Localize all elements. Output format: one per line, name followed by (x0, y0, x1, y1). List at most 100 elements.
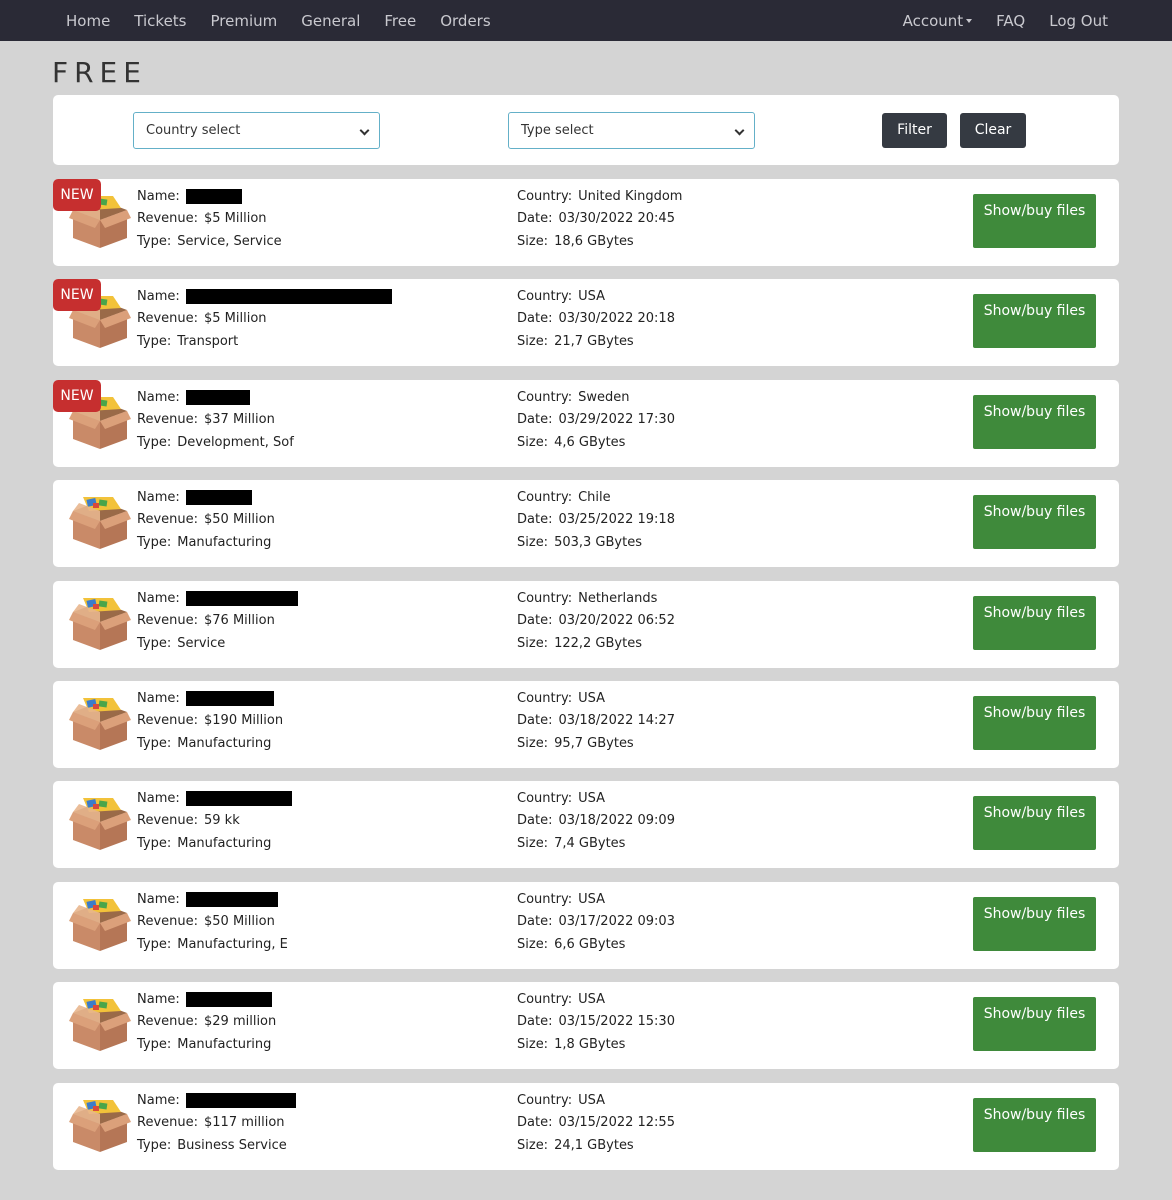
show-buy-files-button[interactable]: Show/buy files (973, 294, 1096, 349)
listing-type: Type: Manufacturing (137, 736, 271, 751)
package-box-icon (69, 495, 131, 551)
name-label: Name: (137, 992, 180, 1008)
nav-orders[interactable]: Orders (428, 12, 502, 30)
name-label: Name: (137, 389, 180, 405)
show-buy-files-button[interactable]: Show/buy files (973, 896, 1096, 951)
redacted-name-bar (185, 992, 272, 1008)
listing-size: Size: 503,3 GBytes (517, 535, 642, 550)
nav-home[interactable]: Home (54, 12, 122, 30)
type-select[interactable]: Type select (508, 112, 755, 149)
type-label: Type: (137, 334, 172, 350)
listing-name: Name: (137, 992, 272, 1008)
package-box-icon (69, 897, 131, 953)
revenue-label: Revenue: (137, 512, 198, 528)
size-value: 7,4 GBytes (554, 836, 626, 852)
size-value: 4,6 GBytes (554, 434, 626, 450)
size-label: Size: (517, 434, 549, 450)
revenue-label: Revenue: (137, 1114, 198, 1130)
show-buy-files-button[interactable]: Show/buy files (973, 696, 1096, 750)
listing-date: Date: 03/17/2022 09:03 (517, 914, 675, 929)
redacted-name-bar (185, 389, 250, 405)
page-title: FREE (52, 56, 147, 89)
name-label: Name: (137, 590, 180, 606)
show-buy-files-button[interactable]: Show/buy files (973, 595, 1096, 650)
listing-name: Name: (137, 891, 278, 907)
revenue-label: Revenue: (137, 411, 198, 427)
country-label: Country: (517, 389, 573, 405)
nav-faq[interactable]: FAQ (984, 12, 1037, 30)
listing-revenue: Revenue: $190 Million (137, 713, 283, 728)
country-label: Country: (517, 590, 573, 606)
date-label: Date: (517, 1114, 553, 1130)
new-badge: NEW (53, 379, 101, 412)
type-value: Service, Service (177, 234, 282, 249)
package-box-icon (69, 1098, 131, 1154)
date-label: Date: (517, 311, 553, 327)
package-box-icon (69, 596, 131, 652)
listing-country: Country: USA (517, 691, 605, 706)
revenue-value: $190 Million (204, 713, 284, 728)
listing-type: Type: Manufacturing (137, 1037, 271, 1052)
filter-button[interactable]: Filter (882, 113, 947, 148)
nav-tickets[interactable]: Tickets (122, 12, 198, 30)
listing-date: Date: 03/15/2022 12:55 (517, 1115, 675, 1130)
nav-general[interactable]: General (289, 12, 372, 30)
name-label: Name: (137, 891, 180, 907)
revenue-label: Revenue: (137, 1014, 198, 1030)
revenue-value: 59 kk (204, 813, 240, 829)
date-value: 03/25/2022 19:18 (558, 512, 675, 528)
country-select-value: Country select (146, 123, 241, 138)
listing-name: Name: (137, 189, 242, 204)
size-label: Size: (517, 334, 549, 350)
listing-card: NEW Name: Revenue: $37 Million Type: Devel… (53, 379, 1119, 467)
nav-free[interactable]: Free (372, 12, 428, 30)
listing-name: Name: (137, 289, 392, 305)
type-select-value: Type select (521, 123, 594, 138)
country-select[interactable]: Country select (133, 112, 380, 149)
show-buy-files-button[interactable]: Show/buy files (973, 796, 1096, 851)
revenue-label: Revenue: (137, 612, 198, 628)
redacted-name-bar (185, 189, 242, 204)
listing-name: Name: (137, 1092, 296, 1108)
nav-premium[interactable]: Premium (199, 12, 290, 30)
size-label: Size: (517, 535, 549, 551)
listing-country: Country: USA (517, 892, 605, 907)
date-label: Date: (517, 813, 553, 829)
listing-country: Country: Chile (517, 490, 611, 505)
country-value: USA (578, 1092, 605, 1108)
revenue-value: $5 Million (204, 311, 267, 327)
date-value: 03/18/2022 14:27 (558, 713, 675, 728)
date-label: Date: (517, 1014, 553, 1030)
listing-revenue: Revenue: $117 million (137, 1115, 285, 1130)
listing-date: Date: 03/20/2022 06:52 (517, 613, 675, 628)
nav-account-label: Account (902, 11, 964, 30)
type-label: Type: (137, 635, 172, 651)
listing-card: Name: Revenue: $76 Million Type: Service C… (53, 580, 1119, 668)
show-buy-files-button[interactable]: Show/buy files (973, 495, 1096, 550)
type-label: Type: (137, 936, 172, 952)
date-label: Date: (517, 211, 553, 226)
listing-size: Size: 7,4 GBytes (517, 836, 625, 851)
show-buy-files-button[interactable]: Show/buy files (973, 997, 1096, 1052)
listing-size: Size: 1,8 GBytes (517, 1037, 625, 1052)
name-label: Name: (137, 490, 180, 506)
size-value: 95,7 GBytes (554, 736, 634, 751)
nav-account-dropdown[interactable]: Account (891, 12, 985, 30)
size-value: 21,7 GBytes (554, 334, 634, 350)
package-box-icon (69, 796, 131, 852)
show-buy-files-button[interactable]: Show/buy files (973, 394, 1096, 449)
country-value: Netherlands (578, 590, 658, 606)
revenue-value: $50 Million (204, 913, 275, 929)
nav-logout[interactable]: Log Out (1037, 12, 1120, 30)
date-value: 03/15/2022 15:30 (558, 1014, 675, 1030)
listing-name: Name: (137, 490, 252, 506)
show-buy-files-button[interactable]: Show/buy files (973, 194, 1096, 248)
clear-button[interactable]: Clear (960, 113, 1026, 148)
revenue-label: Revenue: (137, 913, 198, 929)
listing-name: Name: (137, 691, 274, 706)
show-buy-files-button[interactable]: Show/buy files (973, 1097, 1096, 1152)
listing-card: NEW Name: Revenue: $5 Million Type: Servic… (53, 179, 1119, 266)
listing-card: Name: Revenue: $50 Million Type: Manufactu… (53, 881, 1119, 969)
listing-revenue: Revenue: $50 Million (137, 512, 275, 527)
listing-card: Name: Revenue: $117 million Type: Business… (53, 1082, 1119, 1170)
